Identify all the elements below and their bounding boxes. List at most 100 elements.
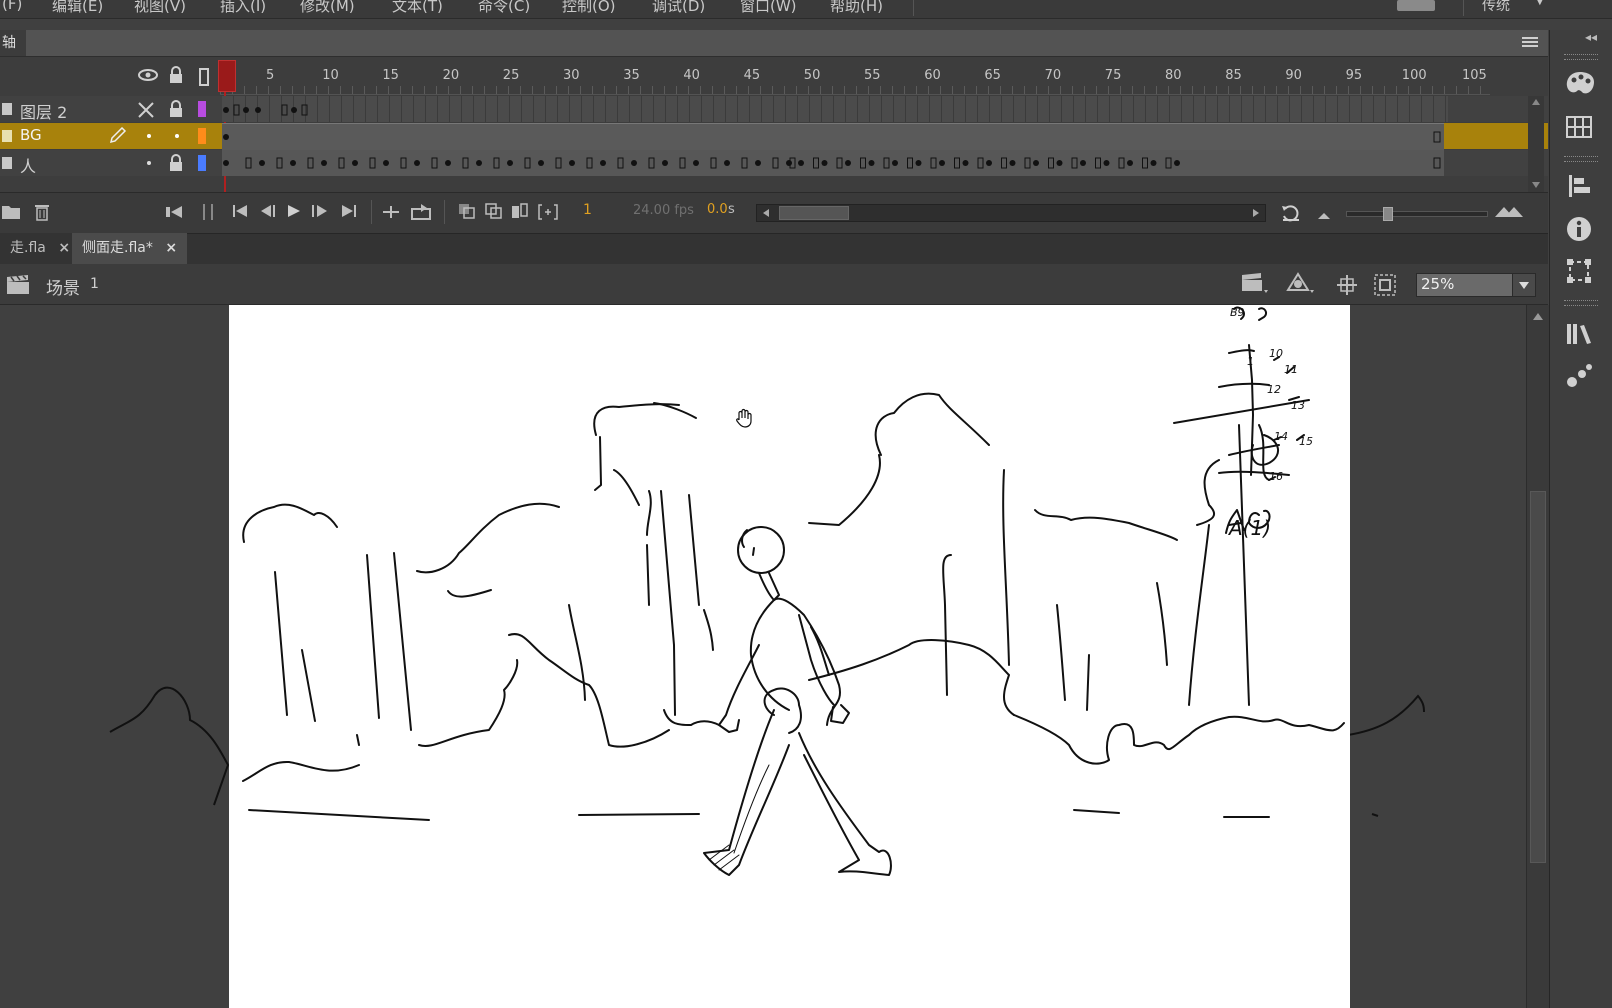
panel-grip[interactable] [1564, 54, 1598, 60]
doc-tab-active[interactable]: 侧面走.fla* × [72, 233, 188, 264]
reset-icon[interactable] [1280, 203, 1302, 227]
menu-commands[interactable]: 命令(C) [478, 0, 530, 16]
menu-debug[interactable]: 调试(D) [652, 0, 705, 16]
lock-icon[interactable] [168, 100, 184, 122]
timeline-vscroll[interactable] [1528, 96, 1544, 192]
zoom-select[interactable]: 25% [1416, 273, 1536, 297]
chevron-down-icon[interactable] [1512, 274, 1535, 296]
library-icon[interactable] [1566, 322, 1594, 350]
center-frame-icon[interactable] [166, 205, 186, 223]
layer-frames[interactable] [222, 96, 1448, 122]
play-icon[interactable] [286, 204, 302, 222]
layer-color-swatch[interactable] [198, 128, 206, 144]
panel-grip[interactable] [1564, 156, 1598, 162]
outline-icon[interactable] [199, 68, 209, 86]
scroll-thumb[interactable] [779, 206, 849, 220]
frame-size-slider[interactable] [1346, 207, 1488, 221]
layer-frames[interactable] [222, 150, 1444, 176]
eye-icon[interactable] [138, 68, 158, 86]
goto-last-frame-icon[interactable] [340, 204, 358, 222]
menu-text[interactable]: 文本(T) [392, 0, 443, 16]
layer-row-selected[interactable]: BG [0, 123, 1548, 150]
onion-skin-icon[interactable] [203, 204, 213, 220]
layer-name[interactable]: BG [20, 126, 42, 144]
menu-file[interactable]: (F) [2, 0, 22, 13]
scene-label[interactable]: 场景 [46, 274, 80, 299]
fps-readout[interactable]: 24.00 fps [633, 203, 694, 218]
zoom-in-frames-icon[interactable] [1494, 204, 1524, 222]
scroll-thumb[interactable] [1530, 491, 1546, 863]
doc-tab[interactable]: 走.fla × [0, 233, 81, 264]
layer-name[interactable]: 人 [20, 153, 36, 177]
scene-number[interactable]: 1 [90, 276, 99, 292]
loop-playback-icon[interactable] [411, 203, 433, 225]
ruler-number: 70 [1044, 68, 1062, 83]
hide-x-icon[interactable] [137, 101, 155, 123]
menu-edit[interactable]: 编辑(E) [52, 0, 103, 16]
menu-view[interactable]: 视图(V) [134, 0, 186, 16]
menu-control[interactable]: 控制(O) [562, 0, 616, 16]
panel-menu-icon[interactable] [1522, 36, 1538, 48]
layer-color-swatch[interactable] [198, 101, 206, 117]
layer-color-swatch[interactable] [198, 155, 206, 171]
motion-presets-icon[interactable] [1566, 362, 1594, 392]
collapse-panels-icon[interactable]: ◂◂ [1585, 30, 1597, 44]
visibility-dot[interactable] [147, 161, 151, 165]
time-unit: s [728, 202, 735, 217]
step-back-icon[interactable] [259, 204, 277, 222]
menu-modify[interactable]: 修改(M) [300, 0, 355, 16]
layer-row[interactable]: 图层 2 [0, 96, 1548, 122]
panel-grip[interactable] [1564, 300, 1598, 306]
frame-ruler[interactable] [220, 86, 1490, 95]
workspace-switcher[interactable]: 传统 [1482, 0, 1510, 15]
visibility-dot[interactable] [147, 134, 151, 138]
menu-window[interactable]: 窗口(W) [740, 0, 797, 16]
layer-row[interactable]: 人 [0, 150, 1548, 176]
sketch-drawing: B9 10 11 12 13 14 15 16 1 A(1) [242, 306, 1345, 876]
center-stage-icon[interactable] [1336, 274, 1358, 300]
transform-icon[interactable] [1566, 258, 1592, 288]
playhead[interactable] [218, 60, 236, 92]
menu-help[interactable]: 帮助(H) [830, 0, 883, 16]
swatches-grid-icon[interactable] [1566, 116, 1592, 142]
loop-icon[interactable] [382, 204, 400, 224]
color-palette-icon[interactable] [1565, 70, 1595, 100]
edit-multiple-frames-icon[interactable] [511, 203, 529, 223]
current-frame-readout[interactable]: 1 [583, 202, 592, 218]
onion-outline-icon[interactable] [485, 203, 503, 223]
time-readout[interactable]: 0.0 [707, 202, 728, 217]
stage-canvas[interactable]: B9 10 11 12 13 14 15 16 1 A(1) [229, 305, 1350, 1008]
ruler-number: 55 [864, 68, 881, 83]
goto-first-frame-icon[interactable] [232, 204, 250, 222]
close-icon[interactable]: × [58, 240, 70, 256]
ruler-number: 10 [322, 68, 339, 83]
new-folder-icon[interactable] [2, 204, 20, 224]
clip-content-icon[interactable] [1374, 274, 1396, 300]
edit-scene-icon[interactable] [1240, 272, 1270, 298]
lock-icon[interactable] [168, 66, 184, 88]
step-forward-icon[interactable] [311, 204, 329, 222]
sync-settings-icon[interactable] [1397, 0, 1435, 11]
close-icon[interactable]: × [165, 240, 177, 256]
layer-icon [2, 130, 12, 142]
chevron-down-icon[interactable]: ▼ [1536, 0, 1544, 7]
menu-bar: (F) 编辑(E) 视图(V) 插入(I) 修改(M) 文本(T) 命令(C) … [0, 0, 1612, 19]
edit-symbols-icon[interactable] [1286, 272, 1316, 298]
modify-markers-icon[interactable] [538, 203, 558, 225]
lock-icon[interactable] [168, 154, 184, 176]
onion-skin-toggle-icon[interactable] [458, 203, 476, 223]
info-icon[interactable] [1566, 216, 1592, 246]
zoom-out-frames-icon[interactable] [1317, 208, 1331, 224]
timeline-hscroll[interactable] [756, 204, 1266, 222]
slider-thumb[interactable] [1383, 207, 1393, 221]
align-icon[interactable] [1568, 174, 1592, 202]
stage-vscroll[interactable] [1526, 305, 1549, 1008]
ruler-number: 95 [1345, 68, 1363, 83]
layer-frames[interactable] [222, 123, 1444, 150]
lock-dot[interactable] [175, 134, 179, 138]
trash-icon[interactable] [34, 203, 50, 225]
layer-name[interactable]: 图层 2 [20, 99, 67, 123]
ruler-number: 30 [563, 68, 580, 83]
menu-insert[interactable]: 插入(I) [220, 0, 266, 16]
timeline-tab[interactable]: 轴 [0, 30, 26, 56]
